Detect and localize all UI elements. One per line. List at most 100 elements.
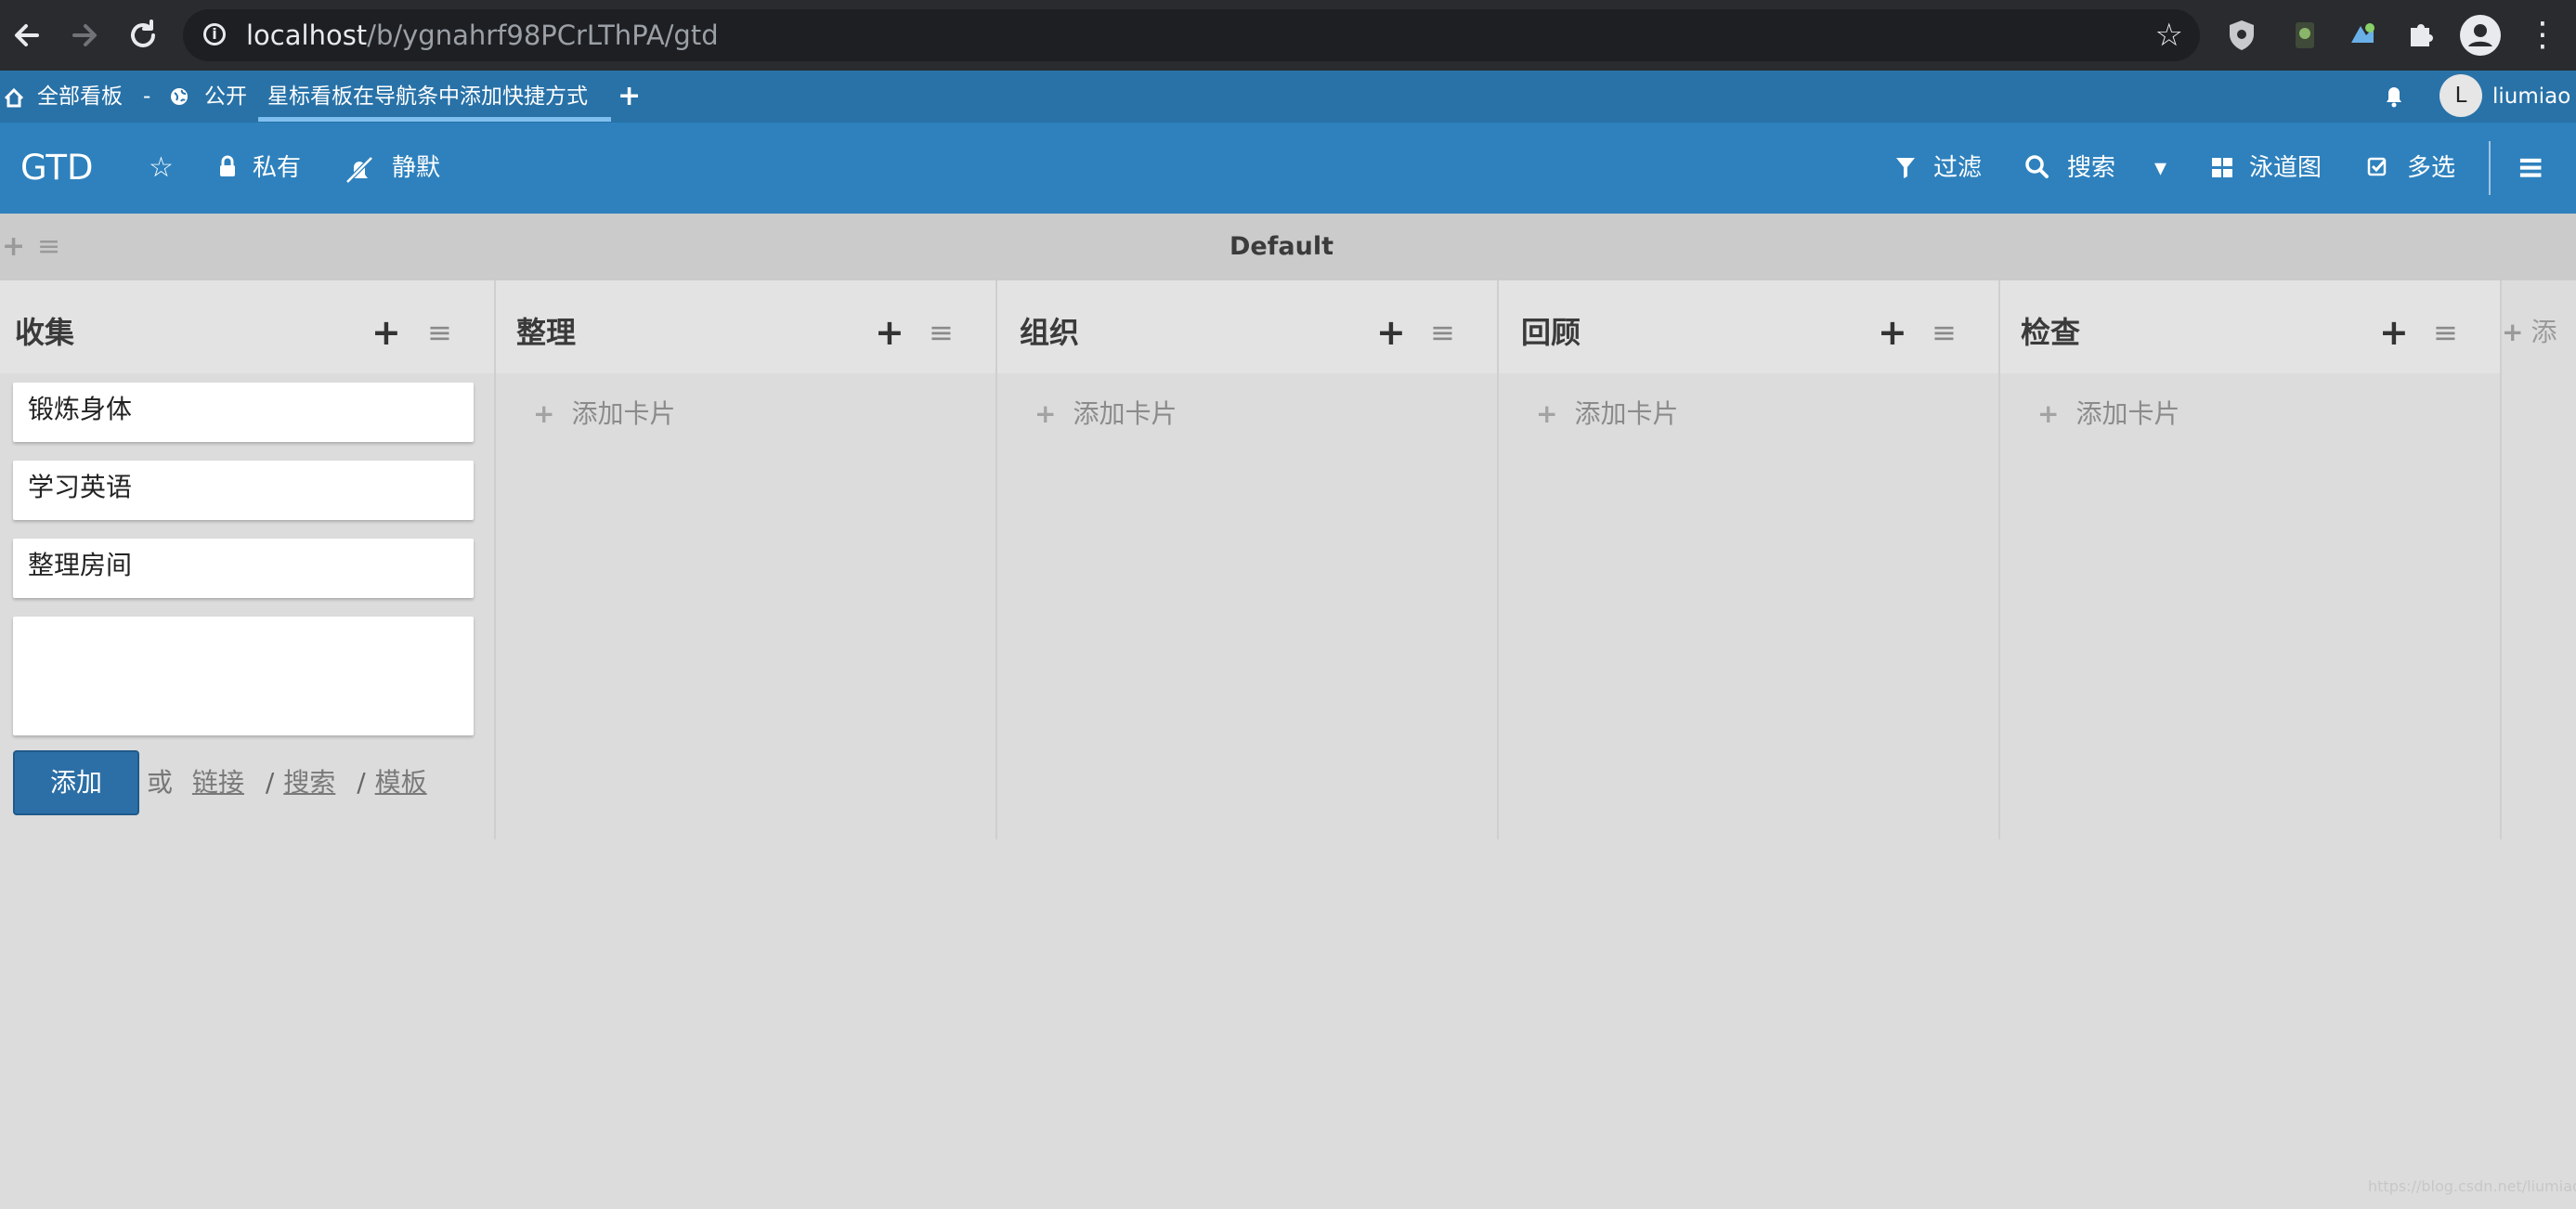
list-title[interactable]: 收集 [15, 280, 74, 373]
browser-menu-icon[interactable]: ⋮ [2524, 11, 2561, 59]
board-title[interactable]: GTD [20, 123, 93, 214]
search-button[interactable]: 搜索 [2067, 123, 2115, 214]
notifications-bell-icon[interactable] [2382, 71, 2406, 123]
starred-boards-hint[interactable]: 星标看板在导航条中添加快捷方式 [267, 71, 588, 123]
browser-profile-icon[interactable] [2460, 15, 2501, 56]
card-title: 学习英语 [28, 472, 133, 502]
site-info-icon[interactable]: i [203, 23, 226, 46]
add-list-label: 添 [2530, 317, 2557, 347]
list-header: 整理 + ≡ [496, 280, 995, 373]
list-menu-icon[interactable]: ≡ [1932, 280, 1957, 373]
multiselect-checkbox-icon[interactable] [2366, 123, 2388, 214]
add-card-top-icon[interactable]: + [1878, 280, 1907, 373]
slash-separator: / [357, 767, 366, 798]
watch-level[interactable]: 静默 [392, 123, 440, 214]
add-list-button[interactable]: + 添 [2502, 280, 2556, 373]
multiselect-button[interactable]: 多选 [2407, 123, 2455, 214]
add-card-link[interactable]: + 添加卡片 [1536, 396, 1678, 433]
list-menu-icon[interactable]: ≡ [2433, 280, 2458, 373]
forward-arrow-icon[interactable] [61, 13, 106, 58]
reload-icon[interactable] [121, 13, 165, 58]
board-menu-hamburger-icon[interactable]: ≡ [2517, 123, 2544, 214]
star-board-icon[interactable]: ☆ [149, 123, 174, 214]
watermark: https://blog.csdn.net/liumiao1991 [2368, 1177, 2576, 1195]
list-column: 回顾 + ≡ + 添加卡片 [1499, 280, 2000, 839]
add-favorite-button[interactable]: + [618, 71, 641, 123]
swimlane-menu-icon[interactable]: ≡ [37, 214, 60, 280]
minicard[interactable]: 整理房间 [13, 539, 474, 598]
board-privacy[interactable]: 私有 [253, 123, 301, 214]
or-label: 或 [147, 767, 174, 798]
list-column: 收集 + ≡ 锻炼身体 学习英语 整理房间 添加 或 链接 / 搜索 / 模板 [0, 280, 496, 839]
public-boards-link[interactable]: 公开 [204, 71, 247, 123]
url-text[interactable]: localhost/b/ygnahrf98PCrLThPA/gtd [246, 9, 719, 61]
list-column: 整理 + ≡ + 添加卡片 [496, 280, 997, 839]
list-header: 检查 + ≡ [2000, 280, 2500, 373]
plus-icon: + [1034, 398, 1057, 429]
minicard[interactable]: 学习英语 [13, 461, 474, 520]
list-header: 回顾 + ≡ [1499, 280, 1998, 373]
swimlane-title[interactable]: Default [1096, 214, 1467, 280]
list-title[interactable]: 组织 [1020, 280, 1079, 373]
add-card-label: 添加卡片 [571, 398, 676, 429]
globe-icon[interactable] [169, 71, 189, 123]
browser-toolbar: i localhost/b/ygnahrf98PCrLThPA/gtd ☆ ⋮ [0, 0, 2576, 71]
swimlane-view-icon[interactable] [2210, 123, 2234, 214]
plus-icon: + [533, 398, 555, 429]
ext-blue-icon[interactable] [2342, 15, 2383, 56]
username[interactable]: liumiao [2492, 71, 2570, 123]
swimlane-header: + ≡ Default [0, 214, 2576, 280]
all-boards-link[interactable]: 全部看板 [37, 71, 123, 123]
swimlane-view-button[interactable]: 泳道图 [2249, 123, 2322, 214]
filter-icon[interactable] [1894, 123, 1917, 214]
list-column: 组织 + ≡ + 添加卡片 [997, 280, 1499, 839]
user-avatar[interactable]: L [2439, 74, 2482, 117]
link-card-link[interactable]: 链接 [192, 767, 244, 798]
add-swimlane-icon[interactable]: + [2, 214, 25, 280]
add-card-top-icon[interactable]: + [1376, 280, 1406, 373]
list-title[interactable]: 检查 [2021, 280, 2080, 373]
card-composer-textarea[interactable] [13, 617, 474, 735]
list-title[interactable]: 整理 [516, 280, 576, 373]
separator-dash: - [143, 84, 151, 109]
list-menu-icon[interactable]: ≡ [929, 280, 954, 373]
ext-green-icon[interactable] [2284, 15, 2325, 56]
view-dropdown-caret-icon[interactable]: ▾ [2154, 123, 2166, 214]
puzzle-icon[interactable] [2400, 15, 2440, 56]
minicard[interactable]: 锻炼身体 [13, 383, 474, 442]
mute-bell-icon[interactable] [344, 123, 375, 214]
composer-options: 或 链接 / 搜索 / 模板 [147, 750, 427, 815]
add-card-link[interactable]: + 添加卡片 [2037, 396, 2179, 433]
add-card-link[interactable]: + 添加卡片 [1034, 396, 1177, 433]
plus-icon: + [1536, 398, 1558, 429]
search-card-link[interactable]: 搜索 [283, 767, 335, 798]
add-card-link[interactable]: + 添加卡片 [533, 396, 675, 433]
bookmark-star-icon[interactable]: ☆ [2155, 15, 2183, 56]
add-card-top-icon[interactable]: + [371, 280, 401, 373]
add-card-top-icon[interactable]: + [875, 280, 904, 373]
url-path: /b/ygnahrf98PCrLThPA/gtd [367, 20, 719, 51]
list-header: 收集 + ≡ [0, 280, 494, 373]
list-menu-icon[interactable]: ≡ [1430, 280, 1455, 373]
list-menu-icon[interactable]: ≡ [427, 280, 452, 373]
list-header: 组织 + ≡ [997, 280, 1497, 373]
address-bar[interactable]: i localhost/b/ygnahrf98PCrLThPA/gtd ☆ [183, 9, 2200, 61]
ext-shield-icon[interactable] [2221, 15, 2262, 56]
filter-button[interactable]: 过滤 [1933, 123, 1982, 214]
add-card-button[interactable]: 添加 [13, 750, 139, 815]
lock-icon[interactable] [217, 123, 238, 214]
card-title: 锻炼身体 [28, 394, 133, 424]
template-card-link[interactable]: 模板 [375, 767, 427, 798]
slash-separator: / [265, 767, 275, 798]
add-card-top-icon[interactable]: + [2379, 280, 2409, 373]
add-card-label: 添加卡片 [1073, 398, 1177, 429]
plus-icon: + [2037, 398, 2060, 429]
list-title[interactable]: 回顾 [1521, 280, 1581, 373]
search-icon[interactable] [2024, 123, 2050, 214]
header-quick-access: 全部看板 - 公开 星标看板在导航条中添加快捷方式 + L liumiao [0, 71, 2576, 123]
url-host: localhost [246, 20, 368, 51]
header-divider [2489, 141, 2491, 195]
home-icon[interactable] [4, 71, 24, 123]
back-arrow-icon[interactable] [6, 13, 50, 58]
board-header: GTD ☆ 私有 静默 过滤 搜索 ▾ 泳道图 多选 ≡ [0, 123, 2576, 214]
